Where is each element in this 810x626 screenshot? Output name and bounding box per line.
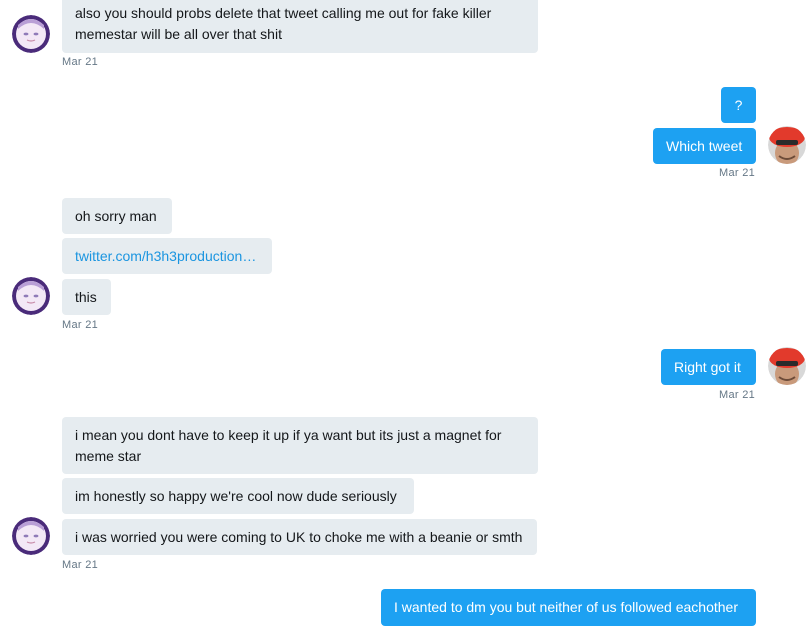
other-user-avatar[interactable] bbox=[12, 277, 50, 315]
other-user-avatar[interactable] bbox=[12, 517, 50, 555]
message-timestamp: Mar 21 bbox=[62, 559, 99, 571]
anime-girl-avatar-icon bbox=[12, 15, 50, 53]
message-timestamp: Mar 21 bbox=[62, 56, 99, 68]
dm-conversation-thread: also you should probs delete that tweet … bbox=[0, 0, 810, 626]
message-bubble-outgoing[interactable]: ? bbox=[721, 87, 756, 123]
tweet-link[interactable]: twitter.com/h3h3production… bbox=[75, 248, 256, 264]
self-avatar[interactable] bbox=[768, 126, 806, 164]
message-bubble-outgoing[interactable]: I wanted to dm you but neither of us fol… bbox=[381, 589, 756, 626]
message-timestamp: Mar 21 bbox=[719, 167, 756, 179]
message-timestamp: Mar 21 bbox=[62, 319, 99, 331]
message-bubble-outgoing[interactable]: Right got it bbox=[661, 349, 756, 385]
anime-girl-avatar-icon bbox=[12, 517, 50, 555]
message-bubble-incoming[interactable]: this bbox=[62, 279, 111, 315]
message-bubble-incoming[interactable]: i mean you dont have to keep it up if ya… bbox=[62, 417, 538, 474]
message-bubble-outgoing[interactable]: Which tweet bbox=[653, 128, 756, 164]
red-beanie-man-avatar-icon bbox=[768, 126, 806, 164]
other-user-avatar[interactable] bbox=[12, 15, 50, 53]
message-bubble-incoming[interactable]: also you should probs delete that tweet … bbox=[62, 0, 538, 53]
message-bubble-incoming[interactable]: i was worried you were coming to UK to c… bbox=[62, 519, 537, 555]
message-bubble-incoming[interactable]: im honestly so happy we're cool now dude… bbox=[62, 478, 414, 514]
message-bubble-incoming[interactable]: twitter.com/h3h3production… bbox=[62, 238, 272, 274]
red-beanie-man-avatar-icon bbox=[768, 347, 806, 385]
anime-girl-avatar-icon bbox=[12, 277, 50, 315]
message-bubble-incoming[interactable]: oh sorry man bbox=[62, 198, 172, 234]
self-avatar[interactable] bbox=[768, 347, 806, 385]
message-timestamp: Mar 21 bbox=[719, 389, 756, 401]
